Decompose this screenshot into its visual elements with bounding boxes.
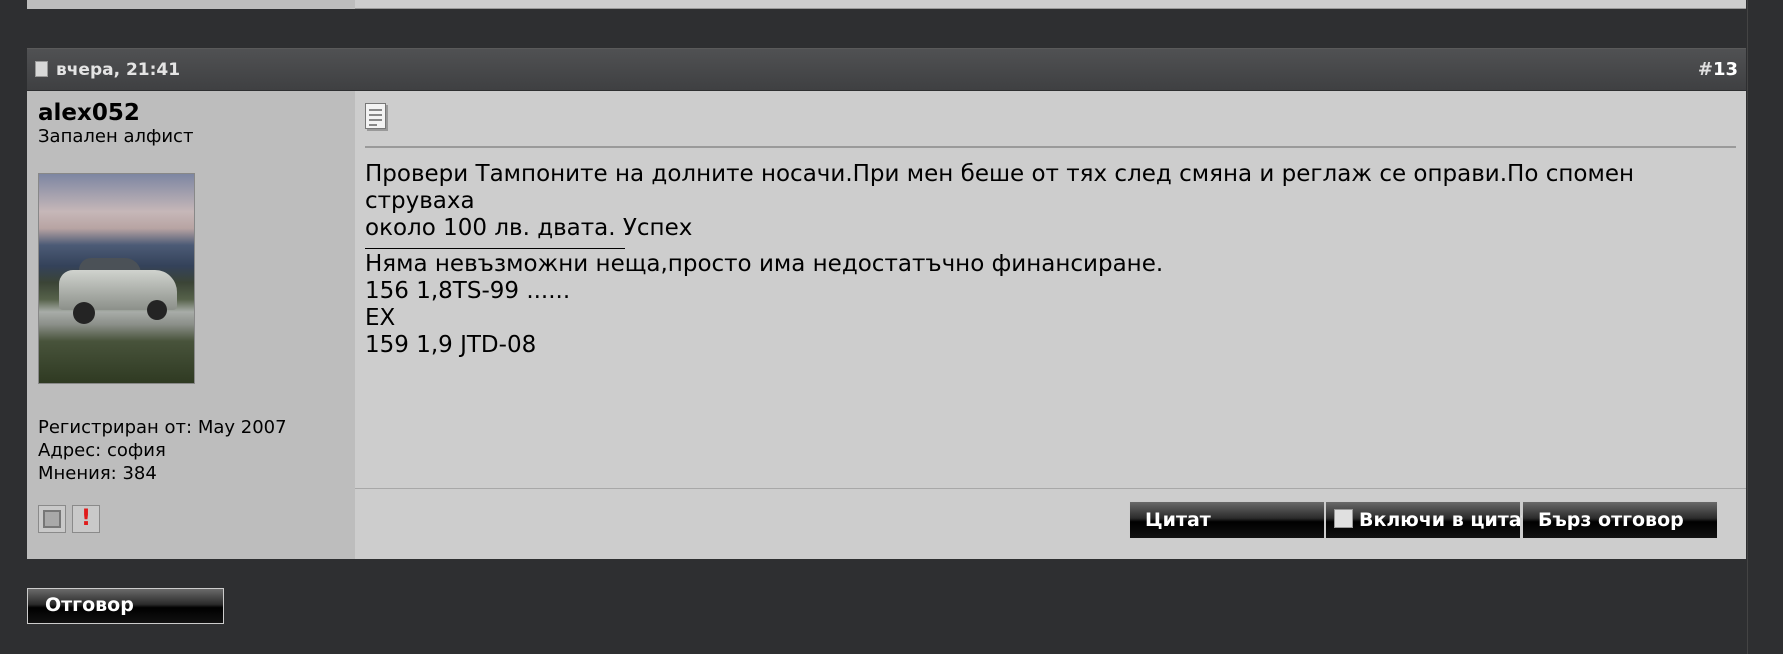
multiquote-button[interactable]: Включи в цитат [1325, 501, 1533, 539]
user-stats: Регистриран от: May 2007 Адрес: софия Мн… [38, 416, 287, 485]
username-link[interactable]: alex052 [38, 100, 344, 126]
reply-button[interactable]: Отговор [27, 588, 224, 624]
multiquote-label: Включи в цитат [1359, 509, 1533, 531]
user-location: Адрес: софия [38, 440, 166, 461]
user-registered: Регистриран от: May 2007 [38, 417, 287, 438]
signature-line: 159 1,9 JTD-08 [365, 332, 537, 358]
message-line: Провери Тампоните на долните носачи.При … [365, 161, 1635, 214]
post-number-prefix: # [1697, 59, 1713, 80]
document-icon [35, 61, 48, 77]
signature-line: 156 1,8TS-99 ...... [365, 278, 571, 304]
signature-divider [365, 248, 625, 249]
message-page-icon [365, 103, 386, 129]
avatar[interactable] [38, 173, 195, 384]
forum-post: вчера, 21:41 #13 alex052 Запален алфист … [27, 48, 1746, 559]
page-right-edge [1747, 0, 1783, 654]
signature-line: Няма невъзможни неща,просто има недостат… [365, 251, 1164, 277]
previous-post-sidebar [27, 0, 355, 9]
quote-button[interactable]: Цитат [1129, 501, 1325, 539]
content-divider [365, 146, 1736, 148]
user-sidebar: alex052 Запален алфист Регистриран от: M… [27, 91, 355, 559]
multiquote-checkbox-icon [1334, 509, 1353, 528]
post-actions: Цитат Включи в цитат Бърз отговор [355, 488, 1746, 559]
avatar-car-wheel [73, 302, 95, 324]
post-message: Провери Тампоните на долните носачи.При … [365, 161, 1740, 359]
post-content: Провери Тампоните на долните носачи.При … [355, 91, 1746, 559]
post-header: вчера, 21:41 #13 [27, 48, 1746, 90]
post-date: вчера, 21:41 [56, 60, 181, 80]
user-post-count: Мнения: 384 [38, 463, 157, 484]
profile-square-icon[interactable] [38, 505, 66, 533]
quick-reply-button[interactable]: Бърз отговор [1522, 501, 1718, 539]
user-title: Запален алфист [38, 126, 194, 147]
signature-line: EX [365, 305, 396, 331]
avatar-car-wheel [147, 300, 167, 320]
post-number-link[interactable]: #13 [1698, 59, 1738, 80]
message-line: около 100 лв. двата. Успех [365, 215, 693, 241]
previous-post-bottom [27, 0, 1746, 9]
user-action-icons: ! [38, 505, 100, 533]
report-exclamation-icon[interactable]: ! [72, 505, 100, 533]
post-number: 13 [1712, 59, 1738, 80]
